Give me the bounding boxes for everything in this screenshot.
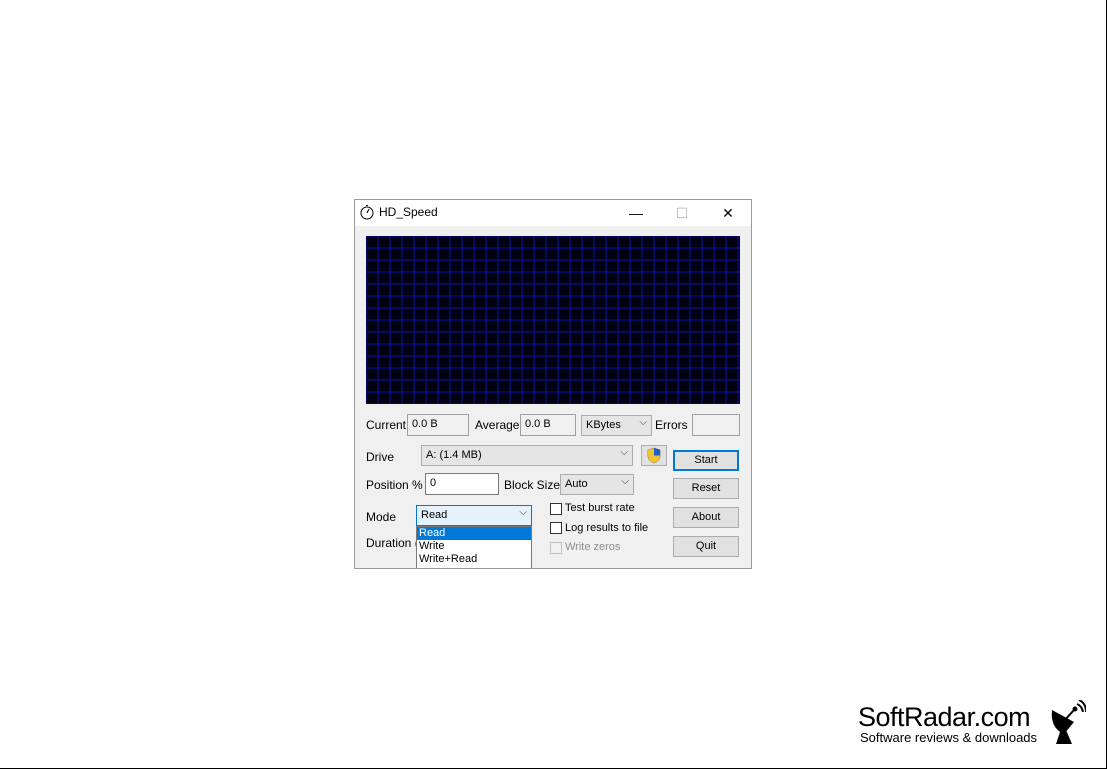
write-zeros-label: Write zeros bbox=[565, 541, 621, 553]
mode-select-value: Read bbox=[421, 509, 448, 521]
block-size-select[interactable]: Auto ⌵ bbox=[560, 474, 634, 495]
log-results-label: Log results to file bbox=[565, 522, 649, 534]
admin-shield-button[interactable] bbox=[641, 445, 667, 466]
block-size-value: Auto bbox=[565, 478, 588, 490]
chevron-down-icon: ⌵ bbox=[519, 507, 527, 518]
mode-label: Mode bbox=[366, 510, 397, 524]
write-zeros-checkbox[interactable] bbox=[550, 542, 562, 554]
stopwatch-icon bbox=[360, 205, 374, 220]
current-label: Current bbox=[366, 418, 407, 432]
errors-label: Errors bbox=[655, 418, 688, 432]
position-input[interactable]: 0 bbox=[425, 473, 499, 495]
average-label: Average bbox=[475, 418, 520, 432]
chevron-down-icon: ⌵ bbox=[639, 417, 647, 428]
mode-option-read[interactable]: Read bbox=[417, 527, 531, 540]
about-button[interactable]: About bbox=[673, 507, 739, 528]
satellite-dish-icon bbox=[1051, 700, 1086, 744]
mode-select[interactable]: Read ⌵ bbox=[416, 505, 532, 526]
mode-dropdown-list: Read Write Write+Read bbox=[416, 526, 532, 568]
duration-label: Duration ( bbox=[366, 536, 419, 550]
average-value-field: 0.0 B bbox=[520, 414, 576, 436]
position-label: Position % bbox=[366, 478, 423, 492]
chevron-down-icon: ⌵ bbox=[620, 447, 628, 458]
close-button[interactable]: ✕ bbox=[705, 200, 751, 226]
burst-rate-label: Test burst rate bbox=[565, 502, 635, 514]
drive-select[interactable]: A: (1.4 MB) ⌵ bbox=[421, 445, 633, 466]
shield-uac-icon bbox=[647, 447, 661, 464]
window-title: HD_Speed bbox=[379, 205, 438, 219]
quit-button[interactable]: Quit bbox=[673, 536, 739, 557]
start-button[interactable]: Start bbox=[673, 450, 739, 471]
mode-option-write[interactable]: Write bbox=[417, 540, 531, 553]
graph-grid bbox=[366, 236, 740, 404]
speed-graph bbox=[366, 236, 740, 404]
softradar-watermark: SoftRadar.com Software reviews & downloa… bbox=[858, 700, 1088, 750]
mode-option-write-read[interactable]: Write+Read bbox=[417, 553, 531, 566]
hd-speed-window: HD_Speed — ☐ ✕ Current 0.0 B Average 0.0… bbox=[354, 199, 752, 569]
title-bar[interactable]: HD_Speed — ☐ ✕ bbox=[355, 200, 751, 226]
reset-button[interactable]: Reset bbox=[673, 478, 739, 499]
unit-select[interactable]: KBytes ⌵ bbox=[581, 415, 652, 436]
drive-select-value: A: (1.4 MB) bbox=[426, 449, 482, 461]
chevron-down-icon: ⌵ bbox=[621, 476, 629, 487]
burst-rate-checkbox[interactable] bbox=[550, 503, 562, 515]
softradar-name: SoftRadar.com bbox=[858, 702, 1031, 732]
drive-label: Drive bbox=[366, 450, 395, 464]
log-results-checkbox[interactable] bbox=[550, 522, 562, 534]
current-value-field: 0.0 B bbox=[407, 414, 469, 436]
block-size-label: Block Size bbox=[504, 478, 561, 492]
softradar-tagline: Software reviews & downloads bbox=[860, 730, 1038, 745]
minimize-button[interactable]: — bbox=[613, 200, 659, 226]
maximize-button[interactable]: ☐ bbox=[659, 200, 705, 226]
unit-select-value: KBytes bbox=[586, 419, 621, 431]
errors-field bbox=[692, 414, 740, 436]
